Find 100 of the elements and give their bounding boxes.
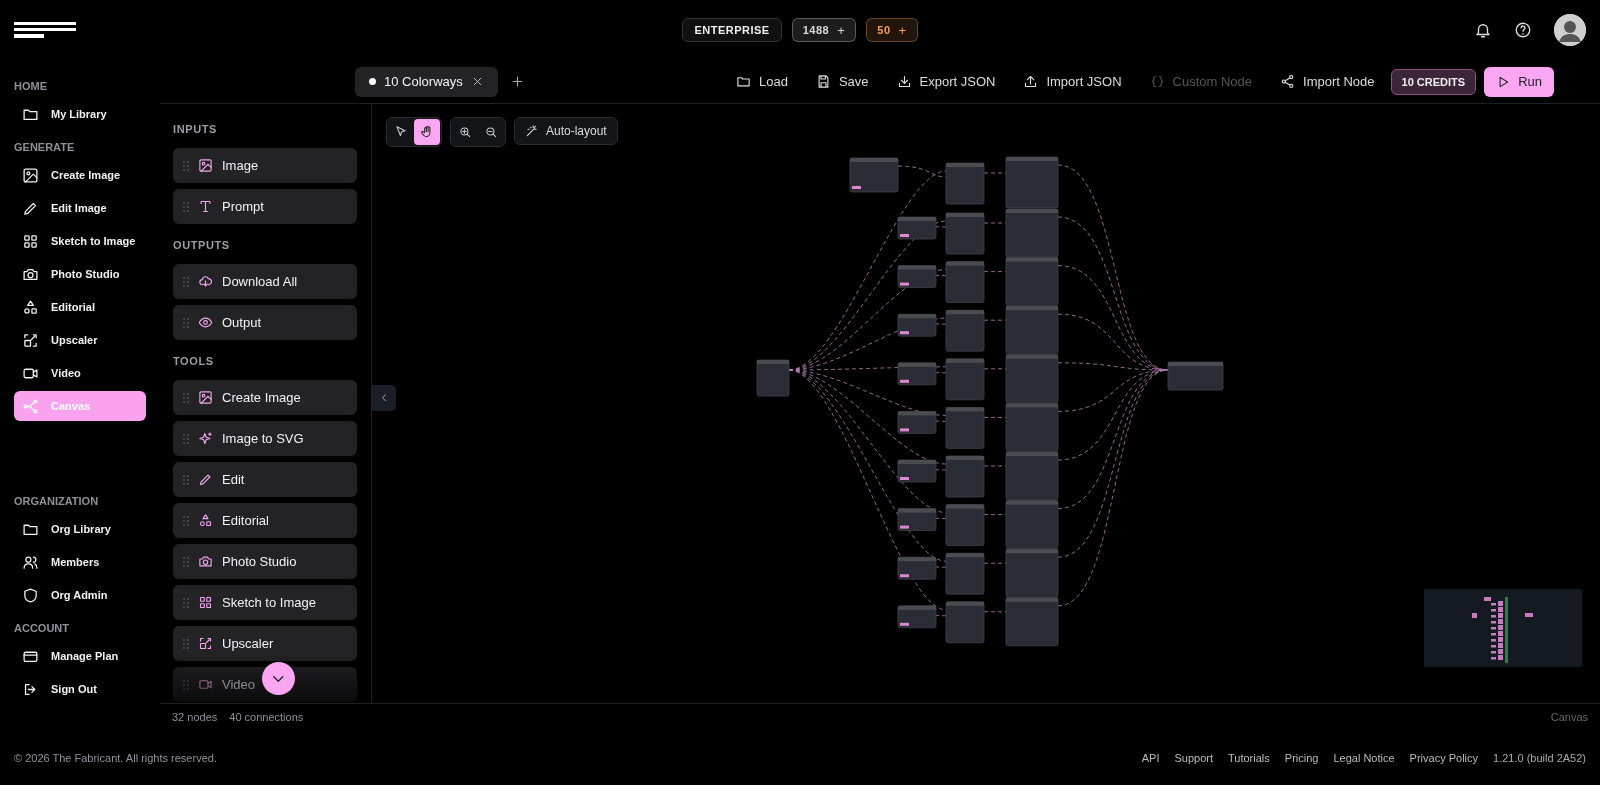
toolbar-button[interactable]: Import Node [1280, 74, 1375, 89]
folder-icon [736, 74, 751, 89]
minimap[interactable] [1424, 589, 1582, 667]
toolbar-button[interactable]: Export JSON [896, 74, 996, 89]
section-heading: GENERATE [14, 140, 76, 155]
graph-node[interactable] [897, 265, 937, 288]
sidebar-item[interactable]: Manage Plan [14, 641, 146, 671]
credits-badge[interactable]: 1488 + [791, 18, 857, 42]
palette-item[interactable]: Prompt [173, 189, 357, 224]
footer-link[interactable]: Pricing [1284, 751, 1319, 764]
sidebar-item[interactable]: Org Library [14, 514, 146, 544]
play-icon [1496, 74, 1511, 89]
toolbar-button[interactable]: Import JSON [1023, 74, 1122, 89]
node-tag [900, 622, 909, 626]
sidebar-item[interactable]: My Library [14, 99, 146, 129]
graph-node[interactable] [945, 504, 985, 546]
graph-node[interactable] [1005, 305, 1059, 355]
credits-button[interactable]: 10 CREDITS [1390, 68, 1477, 95]
graph-node[interactable] [1005, 403, 1059, 452]
palette-item[interactable]: Edit [173, 462, 357, 497]
drag-handle-icon [183, 317, 189, 328]
new-tab-button[interactable] [509, 74, 525, 89]
collapse-panel-button[interactable] [372, 385, 396, 411]
node-tag [900, 331, 909, 335]
drag-handle-icon [183, 556, 189, 567]
graph-node[interactable] [849, 157, 899, 193]
graph-node[interactable] [945, 309, 985, 352]
footer-link[interactable]: Tutorials [1228, 751, 1270, 764]
graph-node[interactable] [1005, 548, 1059, 598]
palette-item[interactable]: Create Image [173, 380, 357, 415]
section-heading: ACCOUNT [14, 621, 70, 636]
tab[interactable]: 10 Colorways [355, 66, 498, 97]
graph-node[interactable] [897, 411, 937, 434]
graph-node[interactable] [1005, 597, 1059, 647]
graph-node[interactable] [1005, 208, 1059, 258]
graph-node[interactable] [945, 162, 985, 205]
notifications-button[interactable] [1474, 21, 1492, 39]
graph-node[interactable] [945, 261, 985, 303]
graph-node[interactable] [945, 407, 985, 449]
hand-icon [420, 125, 434, 139]
sidebar-item[interactable]: Editorial [14, 292, 146, 322]
graph-node[interactable] [945, 358, 985, 401]
help-button[interactable] [1514, 21, 1532, 39]
copyright-text: © 2026 The Fabricant. All rights reserved. [14, 751, 217, 764]
text-icon [198, 199, 213, 214]
graph-node[interactable] [756, 359, 790, 397]
graph-node[interactable] [897, 605, 937, 629]
sidebar-item[interactable]: Org Admin [14, 580, 146, 610]
sidebar-item[interactable]: Upscaler [14, 325, 146, 355]
drag-handle-icon [183, 474, 189, 485]
sidebar-item[interactable]: Sketch to Image [14, 226, 146, 256]
palette-item[interactable]: Photo Studio [173, 544, 357, 579]
palette-item[interactable]: Image [173, 148, 357, 183]
image-icon [22, 166, 39, 184]
graph-node[interactable] [1005, 451, 1059, 501]
toolbar-button[interactable]: Load [736, 74, 788, 89]
palette-item[interactable]: Image to SVG [173, 421, 357, 456]
graph-node[interactable] [897, 313, 937, 337]
sidebar-item[interactable]: Create Image [14, 160, 146, 190]
graph-node[interactable] [945, 455, 985, 498]
sidebar-item[interactable]: Video [14, 358, 146, 388]
graph-node[interactable] [1005, 354, 1059, 404]
hand-tool[interactable] [414, 119, 440, 145]
palette-item[interactable]: Editorial [173, 503, 357, 538]
section-heading: ORGANIZATION [14, 494, 100, 509]
graph-node[interactable] [1005, 156, 1059, 209]
graph-node[interactable] [1005, 257, 1059, 306]
graph-node[interactable] [897, 556, 937, 580]
footer-link[interactable]: Privacy Policy [1409, 751, 1479, 764]
zoom-in-icon [458, 125, 472, 139]
drag-handle-icon [183, 160, 189, 171]
footer-link[interactable]: Legal Notice [1333, 751, 1395, 764]
graph-node[interactable] [945, 212, 985, 255]
node-tag [900, 282, 909, 286]
graph-node[interactable] [945, 601, 985, 644]
graph-node[interactable] [897, 508, 937, 531]
graph-node[interactable] [897, 216, 937, 240]
graph-node[interactable] [945, 552, 985, 595]
sidebar-item[interactable]: Photo Studio [14, 259, 146, 289]
sidebar-item[interactable]: Members [14, 547, 146, 577]
graph-node[interactable] [897, 362, 937, 386]
upscale-icon [198, 636, 213, 651]
credits-badge[interactable]: 50 + [866, 18, 918, 42]
node-tag [900, 574, 909, 578]
toolbar-button[interactable]: Save [815, 74, 869, 89]
run-button[interactable]: Run [1484, 66, 1554, 97]
palette-item[interactable]: Output [173, 305, 357, 340]
palette-item[interactable]: Download All [173, 264, 357, 299]
share-icon [1280, 74, 1295, 89]
graph-node[interactable] [897, 459, 937, 483]
palette-item[interactable]: Sketch to Image [173, 585, 357, 620]
sidebar-item[interactable]: Sign Out [14, 674, 146, 704]
sidebar-item[interactable]: Edit Image [14, 193, 146, 223]
footer-link[interactable]: API [1141, 751, 1160, 764]
graph-node[interactable] [1167, 361, 1224, 391]
avatar-icon[interactable] [1554, 14, 1586, 46]
graph-node[interactable] [1005, 500, 1059, 549]
auto-layout-button[interactable]: Auto-layout [514, 117, 618, 145]
footer-link[interactable]: Support [1174, 751, 1213, 764]
palette-item[interactable]: Upscaler [173, 626, 357, 661]
